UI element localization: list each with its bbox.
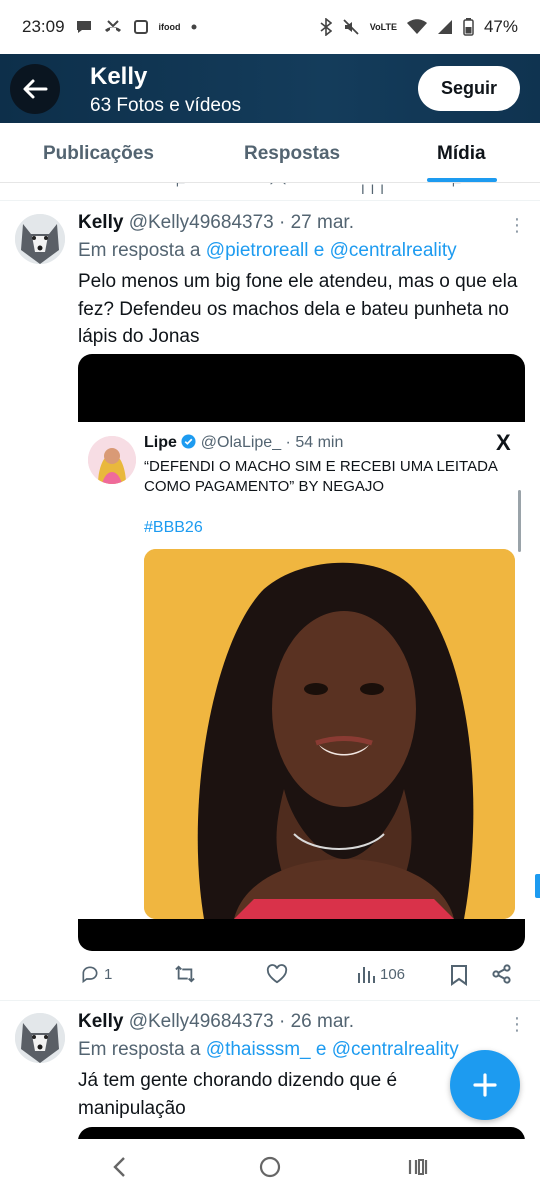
share-button[interactable] [492, 964, 512, 984]
quote-hashtag: #BBB26 [144, 519, 203, 536]
quote-handle: @OlaLipe_ [200, 434, 282, 451]
quote-header: Lipe @OlaLipe_ · 54 min [144, 434, 343, 452]
author-handle[interactable]: @Kelly49684373 [129, 212, 274, 233]
more-notifications-icon [191, 24, 197, 30]
profile-name: Kelly [90, 63, 148, 90]
ifood-icon: ifood [158, 21, 181, 32]
author-name[interactable]: Kelly [78, 1011, 123, 1032]
tab-midia[interactable]: Mídia [437, 143, 486, 165]
more-options-icon[interactable]: ⋮ [508, 1015, 526, 1033]
mute-icon [342, 18, 360, 36]
system-navigation-bar [0, 1139, 540, 1199]
quote-scrollbar [518, 490, 521, 552]
reply-count: 1 [104, 965, 113, 983]
views-button[interactable]: 106 [356, 964, 405, 984]
reply-prefix: Em resposta a [78, 240, 201, 261]
reply-context: Em resposta a @thaisssm_ e @centralreali… [78, 1039, 459, 1061]
battery-icon [463, 18, 474, 36]
tweet-actions: 1 106 [78, 964, 525, 990]
quote-text: “DEFENDI O MACHO SIM E RECEBI UMA LEITAD… [144, 458, 498, 495]
nav-home-button[interactable] [258, 1155, 282, 1179]
x-logo-icon: X [496, 430, 511, 455]
tweet-1[interactable]: Kelly @Kelly49684373 · 27 mar. ⋮ Em resp… [0, 202, 540, 1002]
fast-scroll-handle[interactable] [535, 874, 540, 898]
reply-user-link[interactable]: @pietroreall [206, 240, 309, 261]
tab-publicacoes[interactable]: Publicações [43, 143, 154, 165]
avatar[interactable] [15, 1013, 65, 1063]
media-count: 63 Fotos e vídeos [90, 95, 242, 116]
tweet-text: Já tem gente chorando dizendo que é mani… [78, 1070, 398, 1119]
heart-icon [266, 964, 288, 984]
recents-icon [408, 1159, 428, 1175]
tab-respostas[interactable]: Respostas [244, 143, 340, 165]
previous-tweet-actions: ⁀ ⌐ ⌒ ╷╷╷ ⌐ ⁀ [0, 183, 540, 201]
reply-context: Em resposta a @pietroreall e @centralrea… [78, 240, 457, 262]
missed-call-icon [103, 19, 123, 35]
verified-badge-icon [181, 434, 200, 451]
bluetooth-icon [320, 18, 332, 36]
reply-prefix: Em resposta a [78, 1039, 201, 1060]
quote-photo [144, 549, 515, 919]
share-icon [492, 964, 511, 984]
compose-post-button[interactable] [450, 1050, 520, 1120]
bookmark-button[interactable] [450, 964, 468, 986]
back-button[interactable] [10, 64, 60, 114]
reply-conjunction: e [313, 240, 325, 261]
reply-user-link[interactable]: @centralreality [332, 1039, 459, 1060]
retweet-icon [175, 965, 195, 983]
status-bar: 23:09 ifood VoLTE 47% [0, 0, 540, 54]
chat-notification-icon [75, 19, 93, 35]
avatar[interactable] [15, 214, 65, 264]
quote-avatar [88, 436, 136, 484]
tweet-media[interactable]: Lipe @OlaLipe_ · 54 min X “DEFENDI O MAC… [78, 354, 525, 951]
nav-back-button[interactable] [110, 1155, 130, 1179]
more-options-icon[interactable]: ⋮ [508, 216, 526, 234]
follow-button[interactable]: Seguir [418, 66, 520, 111]
retweet-button[interactable] [174, 964, 200, 984]
tweet-date[interactable]: · 27 mar. [279, 212, 354, 233]
tweet-text: Pelo menos um big fone ele atendeu, mas … [78, 271, 518, 347]
views-count: 106 [380, 965, 406, 983]
home-circle-icon [259, 1156, 281, 1178]
views-chart-icon [358, 967, 375, 983]
back-arrow-icon [23, 79, 48, 99]
reply-user-link[interactable]: @thaisssm_ [206, 1039, 311, 1060]
profile-tabs: Publicações Respostas Mídia [0, 123, 540, 183]
battery-percent: 47% [483, 17, 518, 36]
tweet-date[interactable]: · 26 mar. [279, 1011, 354, 1032]
reply-conjunction: e [315, 1039, 327, 1060]
volte-icon: VoLTE [369, 21, 397, 32]
signal-icon [437, 19, 453, 35]
quote-name: Lipe [144, 434, 177, 451]
status-time: 23:09 [22, 17, 65, 36]
comment-icon [82, 966, 98, 984]
active-tab-indicator [427, 178, 497, 182]
plus-icon [473, 1073, 497, 1097]
quoted-post-image: Lipe @OlaLipe_ · 54 min X “DEFENDI O MAC… [78, 422, 525, 919]
author-name[interactable]: Kelly [78, 212, 123, 233]
quote-time: · 54 min [285, 434, 344, 451]
like-button[interactable] [266, 964, 292, 984]
tweet-media[interactable] [78, 1127, 525, 1139]
reply-user-link[interactable]: @centralreality [330, 240, 457, 261]
nav-recents-button[interactable] [406, 1155, 430, 1179]
reply-button[interactable]: 1 [80, 964, 112, 984]
author-handle[interactable]: @Kelly49684373 [129, 1011, 274, 1032]
wifi-icon [406, 19, 427, 35]
screenshot-icon [133, 19, 149, 35]
chevron-left-icon [113, 1157, 125, 1177]
profile-header: Kelly 63 Fotos e vídeos Seguir [0, 54, 540, 123]
bookmark-icon [451, 965, 467, 986]
